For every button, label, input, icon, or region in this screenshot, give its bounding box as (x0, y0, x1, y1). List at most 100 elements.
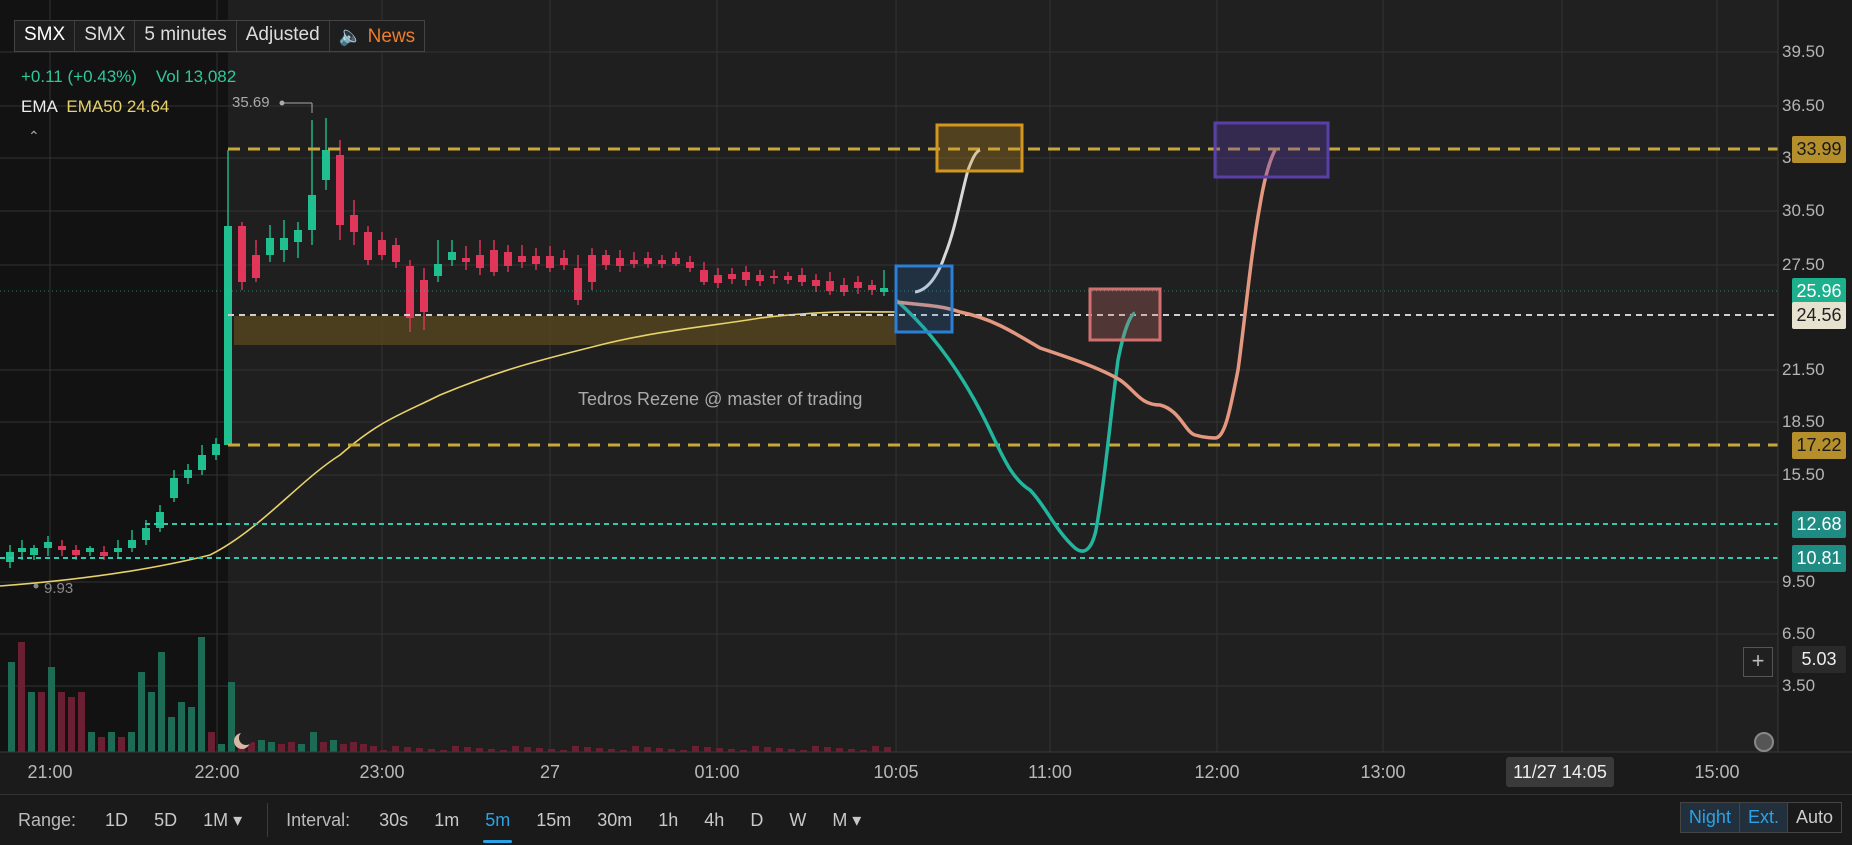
interval-30s[interactable]: 30s (379, 810, 408, 831)
settings-dot-icon[interactable] (1754, 732, 1774, 752)
interval-15m[interactable]: 15m (536, 810, 571, 831)
y-tick-label: 21.50 (1782, 360, 1825, 379)
interval-5m[interactable]: 5m (483, 810, 513, 843)
candle-body (128, 540, 136, 548)
candle-body (58, 546, 66, 550)
candle-body (184, 470, 192, 478)
candle-body (350, 215, 358, 232)
candle-body (266, 238, 274, 255)
candle-body (308, 195, 316, 230)
x-tick-label: 15:00 (1694, 762, 1740, 782)
collapse-caret-icon[interactable]: ⌃ (28, 128, 40, 145)
box-target-2 (1213, 121, 1330, 179)
candle-body (728, 274, 736, 279)
price-change: +0.11 (+0.43%) (21, 67, 137, 86)
candle-body (364, 232, 372, 260)
volume-bar (298, 744, 305, 752)
candle-body (812, 280, 820, 286)
auto-scale-toggle[interactable]: Auto (1788, 803, 1841, 832)
range-1m[interactable]: 1M ▾ (203, 810, 242, 831)
interval-4h[interactable]: 4h (704, 810, 724, 831)
night-mode-toggle[interactable]: Night (1680, 803, 1740, 832)
candle-body (644, 258, 652, 264)
ema-value: EMA50 24.64 (66, 97, 170, 116)
interval-30m[interactable]: 30m (597, 810, 632, 831)
candle-body (784, 276, 792, 280)
add-order-button[interactable]: + (1743, 647, 1773, 677)
compare-symbol-tab[interactable]: SMX (75, 21, 136, 51)
candle-body (322, 150, 330, 180)
interval-1m[interactable]: 1m (434, 810, 459, 831)
volume-bar (288, 742, 295, 752)
price-chart[interactable] (0, 0, 1852, 790)
volume-bar (98, 737, 105, 752)
volume-bar (360, 744, 367, 752)
candle-body (406, 266, 414, 318)
interval-d[interactable]: D (750, 810, 763, 831)
volume-bar (584, 747, 591, 752)
candle-body (238, 226, 246, 282)
candle-body (686, 262, 694, 268)
price-label-25-96: 25.96 (1792, 278, 1846, 305)
y-tick-label: 36.50 (1782, 96, 1825, 115)
ext-hours-toggle[interactable]: Ext. (1739, 803, 1788, 832)
candle-body (336, 155, 344, 225)
volume-bar (572, 746, 579, 752)
support-zone (234, 316, 896, 345)
volume-bar (812, 746, 819, 752)
interval-1h[interactable]: 1h (658, 810, 678, 831)
adjusted-tab[interactable]: Adjusted (237, 21, 330, 51)
volume-bar (350, 742, 357, 752)
candle-body (602, 255, 610, 265)
candle-body (588, 255, 596, 282)
volume-bar (632, 746, 639, 752)
volume-bar (198, 637, 205, 752)
volume-bar (108, 732, 115, 752)
news-button[interactable]: 🔈 News (330, 21, 424, 51)
x-tick-label: 01:00 (694, 762, 740, 782)
candle-body (490, 250, 498, 272)
x-tick-label: 22:00 (194, 762, 240, 782)
volume-bar (836, 748, 843, 752)
speaker-icon: 🔈 (338, 26, 363, 47)
price-label-12-68: 12.68 (1792, 511, 1846, 538)
x-tick-label: 23:00 (359, 762, 405, 782)
box-retest (1088, 287, 1162, 342)
symbol-tab[interactable]: SMX (15, 21, 76, 51)
candle-body (86, 548, 94, 552)
volume-bar (476, 748, 483, 752)
candle-body (700, 270, 708, 282)
y-tick-label: 18.50 (1782, 412, 1825, 431)
candle-body (212, 444, 220, 455)
candle-body (434, 264, 442, 276)
news-label: News (367, 26, 416, 47)
candle-body (392, 245, 400, 262)
candle-body (616, 258, 624, 266)
range-5d[interactable]: 5D (154, 810, 177, 831)
candle-body (170, 478, 178, 498)
x-tick-label: 13:00 (1360, 762, 1406, 782)
volume-bar (178, 702, 185, 752)
timeframe-tab[interactable]: 5 minutes (135, 21, 237, 51)
candle-body (224, 226, 232, 445)
x-tick-label: 10:05 (873, 762, 919, 782)
box-entry (894, 264, 954, 334)
x-tick-label: 11:00 (1028, 762, 1072, 782)
candle-body (252, 255, 260, 278)
candle-body (448, 252, 456, 260)
high-marker-dot (279, 100, 285, 106)
candle-body (532, 256, 540, 264)
candle-body (18, 548, 26, 552)
interval-m[interactable]: M ▾ (832, 810, 861, 831)
low-label: 9.93 (44, 580, 74, 597)
range-1d[interactable]: 1D (105, 810, 128, 831)
volume-bar (464, 747, 471, 752)
y-tick-label: 27.50 (1782, 255, 1825, 274)
divider (267, 803, 269, 837)
price-label-crosshair: 5.03 (1792, 646, 1846, 673)
volume-bar (416, 748, 423, 752)
candle-body (504, 252, 512, 266)
volume-bar (88, 732, 95, 752)
candle-body (714, 275, 722, 283)
interval-w[interactable]: W (789, 810, 806, 831)
